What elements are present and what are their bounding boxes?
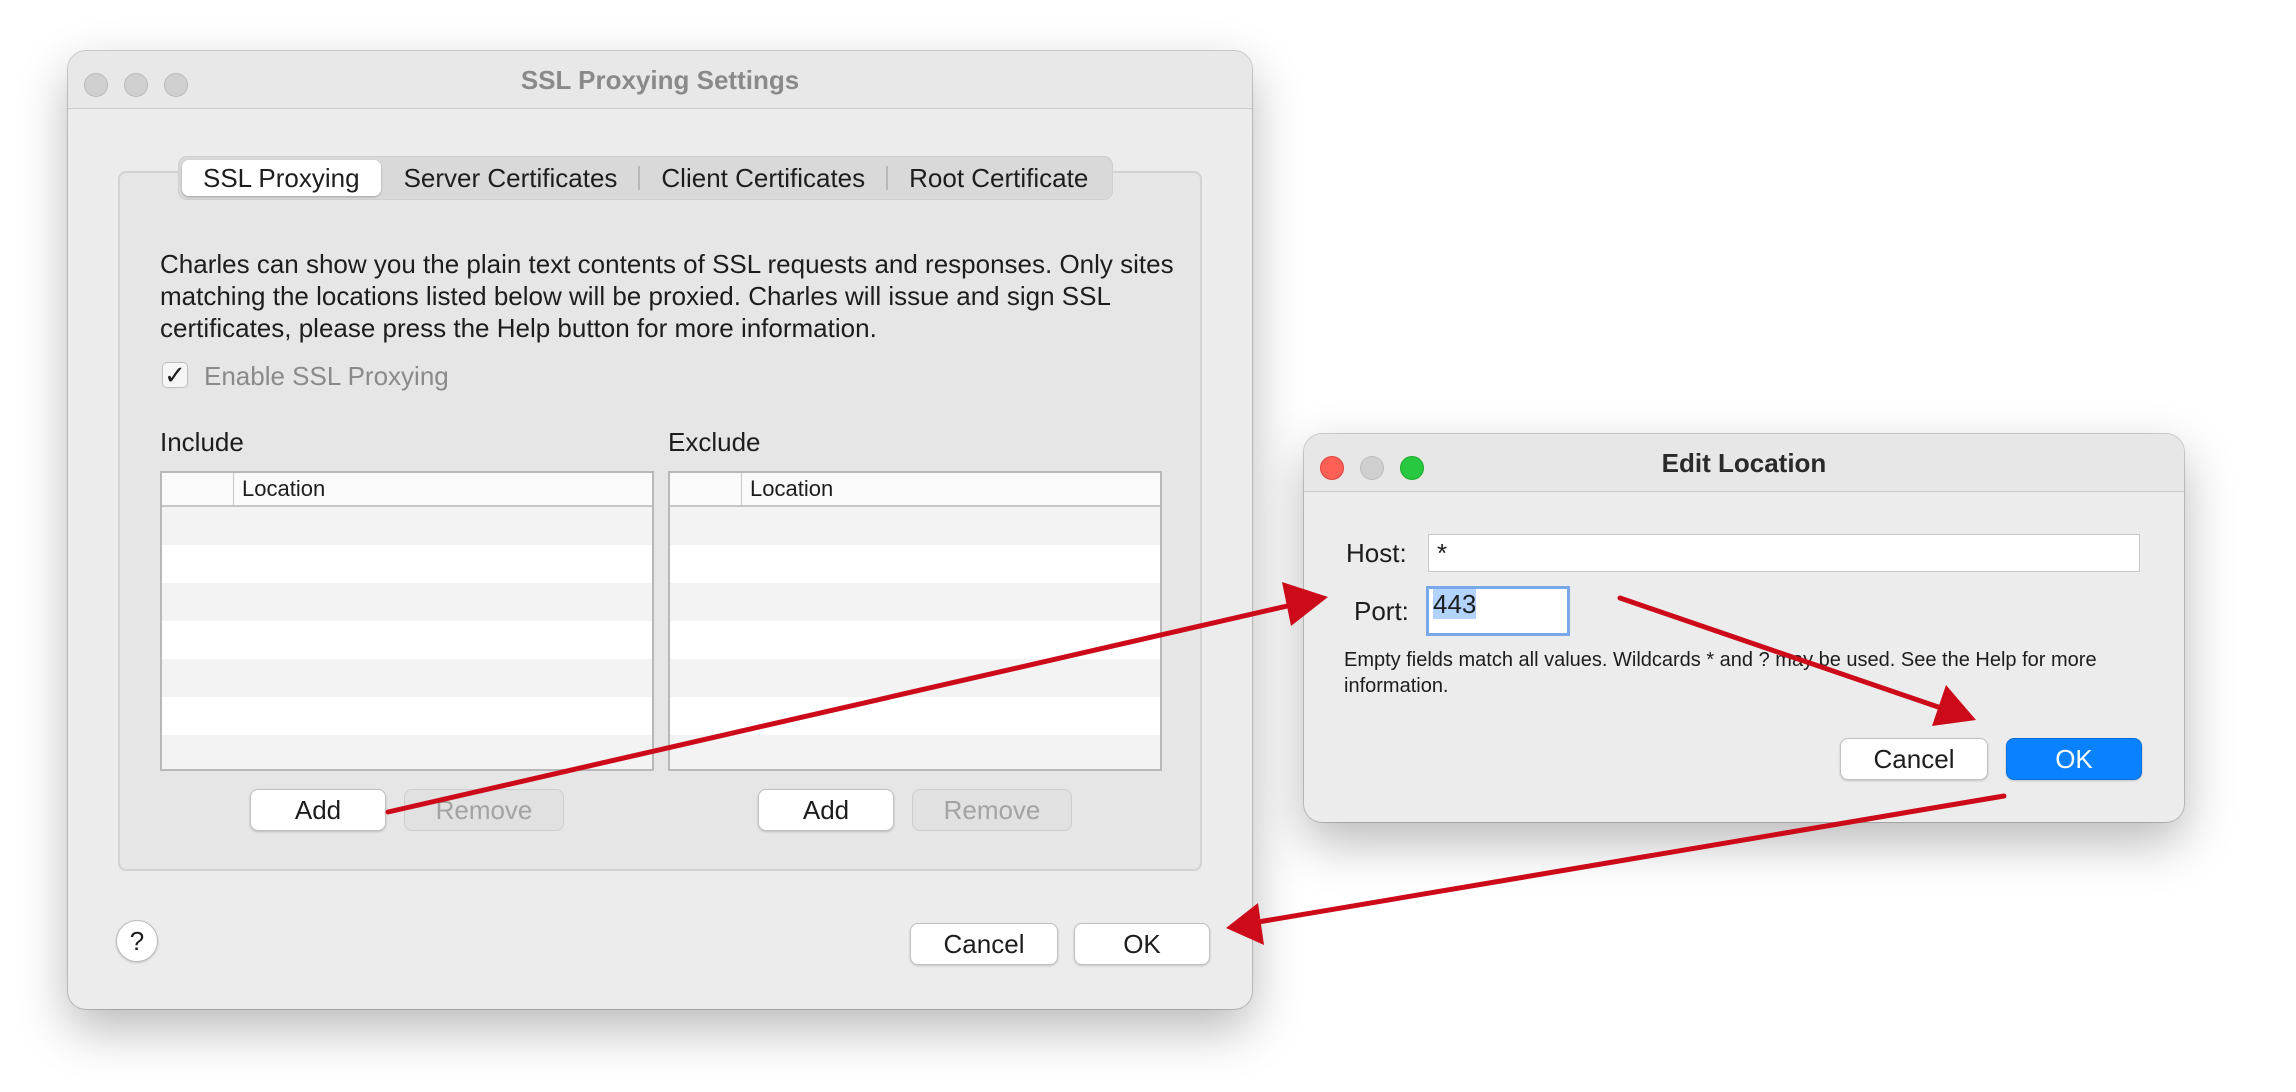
include-location-column[interactable]: Location [242, 473, 325, 505]
cancel-button[interactable]: Cancel [1840, 738, 1988, 780]
exclude-rows [670, 507, 1160, 769]
table-row[interactable] [162, 735, 652, 769]
port-field[interactable]: 443 [1426, 586, 1570, 636]
tab-bar: SSL Proxying Server Certificates Client … [178, 156, 1114, 200]
table-row[interactable] [670, 621, 1160, 659]
enable-ssl-proxying-label: Enable SSL Proxying [204, 361, 449, 391]
table-row[interactable] [670, 545, 1160, 583]
exclude-add-button[interactable]: Add [758, 789, 894, 831]
table-row[interactable] [162, 545, 652, 583]
port-label: Port: [1354, 596, 1409, 626]
tab-client-certificates[interactable]: Client Certificates [640, 160, 886, 196]
table-row[interactable] [670, 659, 1160, 697]
include-remove-button[interactable]: Remove [404, 789, 564, 831]
include-rows [162, 507, 652, 769]
table-row[interactable] [162, 697, 652, 735]
tab-root-certificate[interactable]: Root Certificate [888, 160, 1109, 196]
table-row[interactable] [162, 659, 652, 697]
include-label: Include [160, 427, 244, 457]
dialog-title: Edit Location [1661, 448, 1827, 478]
ok-button[interactable]: OK [2006, 738, 2142, 780]
exclude-location-column[interactable]: Location [750, 473, 833, 505]
table-row[interactable] [670, 583, 1160, 621]
port-value-selected: 443 [1433, 589, 1477, 619]
exclude-table-header: Location [670, 473, 1160, 507]
enable-ssl-proxying-checkbox[interactable]: ✓ [162, 362, 188, 388]
title-bar: SSL Proxying Settings [68, 51, 1252, 109]
table-column-blank[interactable] [670, 473, 742, 505]
help-button[interactable]: ? [116, 920, 158, 962]
tab-server-certificates[interactable]: Server Certificates [383, 160, 639, 196]
exclude-table[interactable]: Location [668, 471, 1162, 771]
table-row[interactable] [162, 621, 652, 659]
include-add-button[interactable]: Add [250, 789, 386, 831]
edit-location-dialog: Edit Location Host: * Port: 443 Empty fi… [1304, 434, 2184, 822]
host-label: Host: [1346, 538, 1407, 568]
exclude-label: Exclude [668, 427, 761, 457]
description-text: Charles can show you the plain text cont… [160, 249, 1174, 343]
table-column-blank[interactable] [162, 473, 234, 505]
tab-ssl-proxying[interactable]: SSL Proxying [182, 160, 381, 196]
window-title: SSL Proxying Settings [520, 65, 800, 95]
table-row[interactable] [162, 507, 652, 545]
include-table-header: Location [162, 473, 652, 507]
include-table[interactable]: Location [160, 471, 654, 771]
table-row[interactable] [670, 735, 1160, 769]
ok-button[interactable]: OK [1074, 923, 1210, 965]
host-field[interactable]: * [1428, 534, 2140, 572]
ssl-proxying-settings-window: SSL Proxying Settings SSL Proxying Serve… [68, 51, 1252, 1009]
table-row[interactable] [670, 697, 1160, 735]
exclude-remove-button[interactable]: Remove [912, 789, 1072, 831]
title-bar: Edit Location [1304, 434, 2184, 492]
cancel-button[interactable]: Cancel [910, 923, 1058, 965]
table-row[interactable] [670, 507, 1160, 545]
table-row[interactable] [162, 583, 652, 621]
help-note: Empty fields match all values. Wildcards… [1344, 649, 2097, 697]
